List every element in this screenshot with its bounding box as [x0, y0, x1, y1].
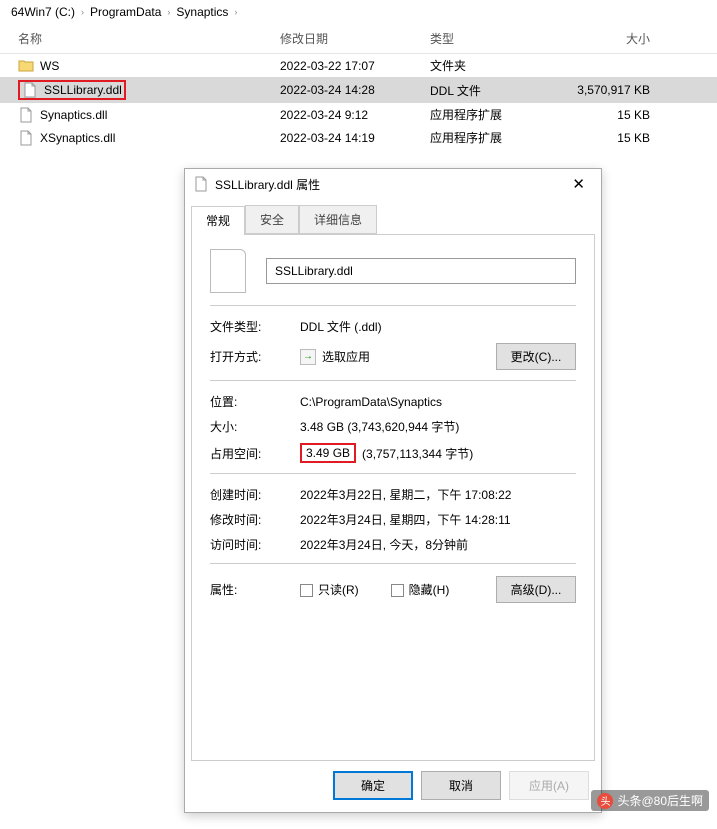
list-item[interactable]: XSynaptics.dll 2022-03-24 14:19 应用程序扩展 1… [0, 126, 717, 149]
file-name: WS [40, 59, 59, 73]
file-name: SSLLibrary.ddl [44, 83, 122, 97]
label-size-on-disk: 占用空间: [210, 445, 300, 462]
file-date: 2022-03-22 17:07 [280, 59, 430, 73]
tab-security[interactable]: 安全 [245, 205, 299, 234]
hidden-checkbox[interactable]: 隐藏(H) [391, 581, 450, 598]
app-icon [300, 349, 316, 365]
list-item[interactable]: SSLLibrary.ddl 2022-03-24 14:28 DDL 文件 3… [0, 77, 717, 103]
tab-details[interactable]: 详细信息 [299, 205, 377, 234]
value-size: 3.48 GB (3,743,620,944 字节) [300, 418, 576, 435]
file-name: Synaptics.dll [40, 108, 107, 122]
value-modified: 2022年3月24日, 星期四，下午 14:28:11 [300, 511, 576, 528]
list-item[interactable]: Synaptics.dll 2022-03-24 9:12 应用程序扩展 15 … [0, 103, 717, 126]
file-type: 文件夹 [430, 57, 550, 74]
value-opens-with: 选取应用 [322, 348, 370, 365]
folder-icon [18, 58, 34, 74]
file-date: 2022-03-24 9:12 [280, 108, 430, 122]
tab-panel-general: 文件类型: DDL 文件 (.ddl) 打开方式: 选取应用 更改(C)... … [191, 234, 595, 761]
column-size[interactable]: 大小 [550, 30, 670, 47]
file-date: 2022-03-24 14:19 [280, 131, 430, 145]
ok-button[interactable]: 确定 [333, 771, 413, 800]
label-location: 位置: [210, 393, 300, 410]
value-location: C:\ProgramData\Synaptics [300, 395, 576, 409]
watermark-text: 头条@80后生啊 [617, 792, 703, 809]
chevron-right-icon: › [78, 7, 87, 17]
properties-dialog: SSLLibrary.ddl 属性 ✕ 常规 安全 详细信息 文件类型: DDL… [184, 168, 602, 813]
label-attributes: 属性: [210, 581, 300, 598]
label-size: 大小: [210, 418, 300, 435]
chevron-right-icon: › [164, 7, 173, 17]
list-item[interactable]: WS 2022-03-22 17:07 文件夹 [0, 54, 717, 77]
apply-button[interactable]: 应用(A) [509, 771, 589, 800]
file-list-header: 名称 修改日期 类型 大小 [0, 24, 717, 54]
file-icon [18, 107, 34, 123]
file-icon [210, 249, 246, 293]
breadcrumb-item[interactable]: 64Win7 (C:) [8, 5, 78, 19]
file-icon [22, 82, 38, 98]
dialog-title: SSLLibrary.ddl 属性 [215, 176, 320, 193]
advanced-button[interactable]: 高级(D)... [496, 576, 576, 603]
file-list: WS 2022-03-22 17:07 文件夹 SSLLibrary.ddl 2… [0, 54, 717, 149]
label-filetype: 文件类型: [210, 318, 300, 335]
highlight-annotation: 3.49 GB [300, 443, 356, 463]
file-name: XSynaptics.dll [40, 131, 115, 145]
file-date: 2022-03-24 14:28 [280, 83, 430, 97]
breadcrumb[interactable]: 64Win7 (C:) › ProgramData › Synaptics › [0, 0, 717, 24]
label-modified: 修改时间: [210, 511, 300, 528]
value-accessed: 2022年3月24日, 今天，8分钟前 [300, 536, 576, 553]
watermark: 头 头条@80后生啊 [591, 790, 709, 811]
value-size-on-disk-rest: (3,757,113,344 字节) [362, 445, 473, 462]
file-icon [18, 130, 34, 146]
label-opens-with: 打开方式: [210, 348, 300, 365]
breadcrumb-item[interactable]: Synaptics [173, 5, 231, 19]
label-created: 创建时间: [210, 486, 300, 503]
filename-input[interactable] [266, 258, 576, 284]
toutiao-icon: 头 [597, 793, 613, 809]
change-button[interactable]: 更改(C)... [496, 343, 576, 370]
value-size-on-disk-hl: 3.49 GB [306, 446, 350, 460]
breadcrumb-item[interactable]: ProgramData [87, 5, 164, 19]
dialog-titlebar[interactable]: SSLLibrary.ddl 属性 ✕ [185, 169, 601, 199]
value-filetype: DDL 文件 (.ddl) [300, 318, 576, 335]
tab-strip: 常规 安全 详细信息 [185, 199, 601, 234]
file-size: 15 KB [550, 131, 670, 145]
dialog-buttons: 确定 取消 应用(A) [185, 761, 601, 812]
file-size: 3,570,917 KB [550, 83, 670, 97]
file-type: 应用程序扩展 [430, 106, 550, 123]
chevron-right-icon: › [231, 7, 240, 17]
tab-general[interactable]: 常规 [191, 206, 245, 235]
value-created: 2022年3月22日, 星期二，下午 17:08:22 [300, 486, 576, 503]
label-accessed: 访问时间: [210, 536, 300, 553]
close-icon[interactable]: ✕ [564, 175, 593, 193]
file-size: 15 KB [550, 108, 670, 122]
file-type: 应用程序扩展 [430, 129, 550, 146]
column-name[interactable]: 名称 [0, 30, 280, 47]
file-icon [193, 176, 209, 192]
readonly-checkbox[interactable]: 只读(R) [300, 581, 359, 598]
column-date[interactable]: 修改日期 [280, 30, 430, 47]
column-type[interactable]: 类型 [430, 30, 550, 47]
cancel-button[interactable]: 取消 [421, 771, 501, 800]
file-type: DDL 文件 [430, 82, 550, 99]
highlight-annotation: SSLLibrary.ddl [18, 80, 126, 100]
